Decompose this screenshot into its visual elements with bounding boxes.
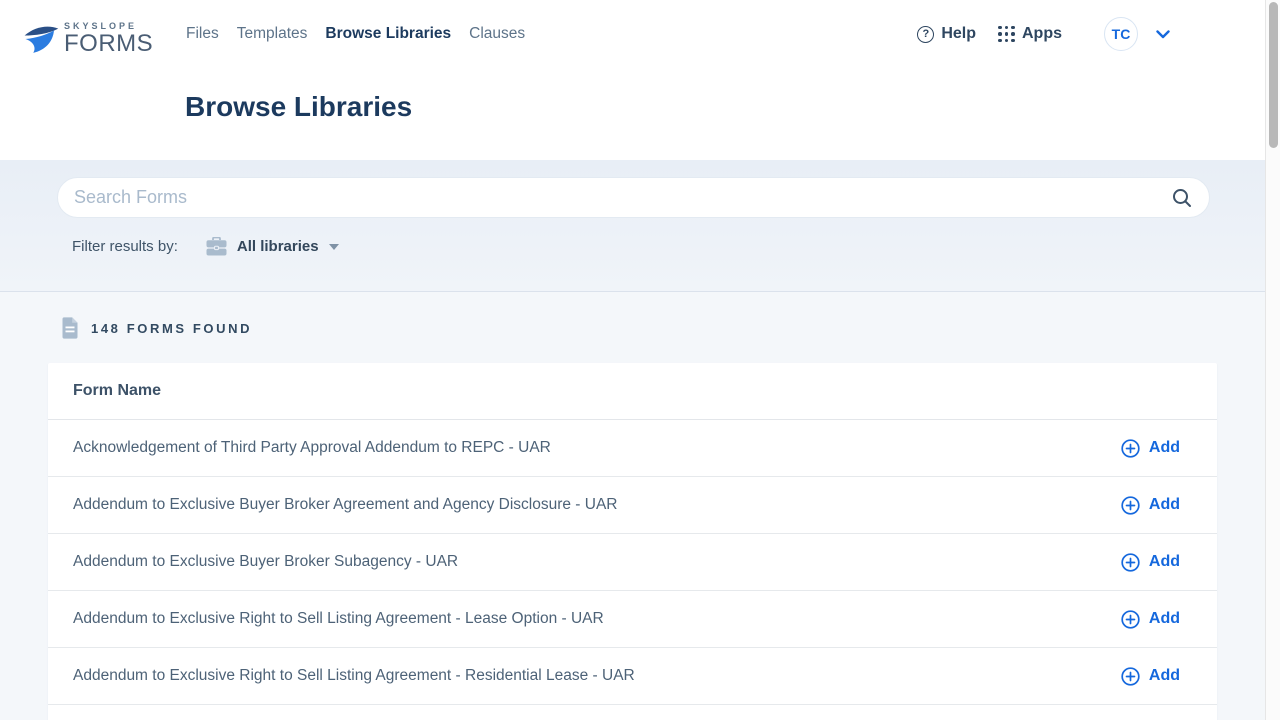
nav-item[interactable]: Templates — [237, 25, 308, 43]
forms-found-count: 148 FORMS FOUND — [91, 321, 252, 336]
forms-table: Form Name Acknowledgement of Third Party… — [48, 363, 1217, 720]
table-row: Addendum to Exclusive Right to Sell List… — [48, 648, 1217, 705]
table-row: Acknowledgement of Third Party Approval … — [48, 420, 1217, 477]
search-icon[interactable] — [1171, 187, 1193, 209]
table-body: Acknowledgement of Third Party Approval … — [48, 420, 1217, 705]
chevron-down-icon[interactable] — [1156, 30, 1170, 39]
vertical-scrollbar[interactable] — [1265, 0, 1280, 720]
apps-label: Apps — [1022, 25, 1062, 43]
main-content: SKYSLOPE FORMS Files Templates Browse Li… — [0, 0, 1265, 720]
results-count-row: 148 FORMS FOUND — [61, 317, 252, 339]
help-button[interactable]: ? Help — [917, 25, 976, 43]
add-label: Add — [1149, 496, 1180, 514]
plus-circle-icon — [1121, 553, 1140, 572]
filter-label: Filter results by: — [72, 238, 178, 255]
results-section: 148 FORMS FOUND Form Name Acknowledgemen… — [0, 292, 1265, 720]
table-header-row: Form Name — [48, 363, 1217, 420]
add-label: Add — [1149, 439, 1180, 457]
apps-button[interactable]: Apps — [976, 25, 1062, 43]
add-form-button[interactable]: Add — [1121, 553, 1180, 572]
plus-circle-icon — [1121, 610, 1140, 629]
scrollbar-thumb[interactable] — [1269, 2, 1278, 148]
add-label: Add — [1149, 610, 1180, 628]
app-header: SKYSLOPE FORMS Files Templates Browse Li… — [0, 0, 1265, 160]
logo-forms-label: FORMS — [64, 32, 153, 56]
form-name: Addendum to Exclusive Buyer Broker Agree… — [73, 496, 617, 514]
form-name-column-header: Form Name — [73, 382, 161, 400]
library-filter-value: All libraries — [237, 238, 319, 255]
form-name: Addendum to Exclusive Right to Sell List… — [73, 667, 635, 685]
logo-text: SKYSLOPE FORMS — [64, 22, 153, 56]
table-row: Addendum to Exclusive Buyer Broker Subag… — [48, 534, 1217, 591]
caret-down-icon — [329, 244, 339, 250]
search-input[interactable] — [74, 187, 1171, 208]
nav-item[interactable]: Files — [186, 25, 219, 43]
account-menu[interactable]: TC — [1104, 17, 1170, 51]
plus-circle-icon — [1121, 439, 1140, 458]
filter-row: Filter results by: All libraries — [72, 237, 339, 256]
avatar[interactable]: TC — [1104, 17, 1138, 51]
apps-grid-icon — [998, 26, 1015, 43]
header-actions: ? Help Apps TC — [917, 16, 1170, 52]
table-row: Addendum to Exclusive Buyer Broker Agree… — [48, 477, 1217, 534]
plus-circle-icon — [1121, 496, 1140, 515]
plus-circle-icon — [1121, 667, 1140, 686]
add-label: Add — [1149, 553, 1180, 571]
add-form-button[interactable]: Add — [1121, 667, 1180, 686]
briefcase-icon — [206, 237, 227, 256]
library-filter-dropdown[interactable]: All libraries — [206, 237, 339, 256]
add-label: Add — [1149, 667, 1180, 685]
add-form-button[interactable]: Add — [1121, 496, 1180, 515]
add-form-button[interactable]: Add — [1121, 439, 1180, 458]
search-section: Filter results by: All libraries — [0, 160, 1265, 292]
page: SKYSLOPE FORMS Files Templates Browse Li… — [0, 0, 1280, 720]
form-name: Addendum to Exclusive Buyer Broker Subag… — [73, 553, 458, 571]
table-row: Addendum to Exclusive Right to Sell List… — [48, 591, 1217, 648]
nav-item[interactable]: Clauses — [469, 25, 525, 43]
help-label: Help — [941, 25, 976, 43]
form-name: Addendum to Exclusive Right to Sell List… — [73, 610, 604, 628]
main-nav: Files Templates Browse Libraries Clauses — [186, 25, 525, 43]
skyslope-swoosh-icon — [22, 23, 60, 55]
skyslope-forms-logo[interactable]: SKYSLOPE FORMS — [22, 22, 153, 56]
add-form-button[interactable]: Add — [1121, 610, 1180, 629]
page-title: Browse Libraries — [185, 91, 412, 123]
help-icon: ? — [917, 26, 934, 43]
top-bar: SKYSLOPE FORMS Files Templates Browse Li… — [0, 0, 1265, 68]
form-name: Acknowledgement of Third Party Approval … — [73, 439, 551, 457]
search-bar — [57, 177, 1210, 218]
document-icon — [61, 317, 79, 339]
nav-item[interactable]: Browse Libraries — [325, 25, 451, 43]
